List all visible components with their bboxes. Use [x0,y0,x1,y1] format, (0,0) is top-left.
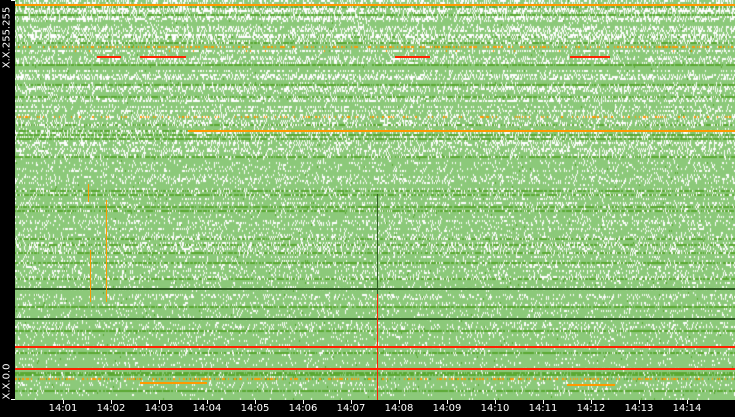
heatmap-row-highlight [97,56,122,58]
heatmap-row-highlight [569,56,611,58]
x-tick-label: 14:14 [672,403,702,414]
heatmap-row-highlight [15,318,735,320]
heatmap-column-highlight [87,184,89,202]
y-axis: X.X.255.255 X.X.0.0 [0,0,15,400]
x-tick-label: 14:02 [96,403,126,414]
x-tick-label: 14:11 [528,403,558,414]
heatmap-row-highlight [15,368,735,370]
heatmap-cells [15,0,735,400]
heatmap-row-highlight [395,56,431,58]
heatmap-row-highlight [139,382,207,384]
x-tick-label: 14:08 [384,403,414,414]
x-axis: 14:01 14:02 14:03 14:04 14:05 14:06 14:07 14:08… [0,400,735,415]
x-tick-label: 14:12 [576,403,606,414]
x-tick-label: 14:09 [432,403,462,414]
heatmap-row-highlight [187,130,735,132]
x-tick-label: 14:01 [48,403,78,414]
heatmap-column-highlight [89,250,91,302]
heatmap-row-highlight [567,384,615,386]
y-label-top: X.X.255.255 [1,6,13,69]
heatmap-plot-area [15,0,735,400]
heatmap-row-highlight [15,4,735,6]
heatmap-column-highlight [106,200,108,302]
heatmap-row-highlight [15,288,735,290]
x-tick-label: 14:06 [288,403,318,414]
x-tick-label: 14:04 [192,403,222,414]
heatmap-column-highlight [376,294,378,400]
x-tick-label: 14:07 [336,403,366,414]
x-tick-label: 14:05 [240,403,270,414]
heatmap-row-highlight [139,56,186,58]
x-tick-label: 14:03 [144,403,174,414]
x-tick-label: 14:10 [480,403,510,414]
x-tick-label: 14:13 [624,403,654,414]
heatmap-row-highlight [15,346,735,348]
